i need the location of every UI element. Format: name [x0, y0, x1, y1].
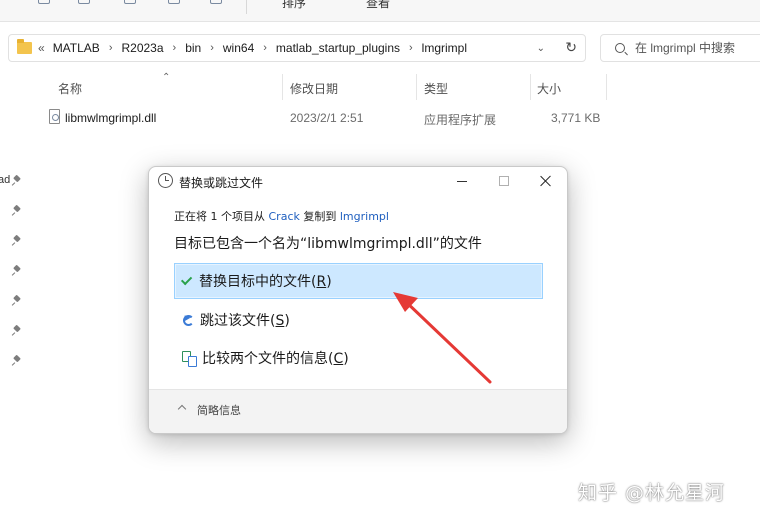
address-bar[interactable]: « MATLAB › R2023a › bin › win64 › matlab…: [8, 34, 586, 62]
pin-icon[interactable]: [12, 206, 22, 216]
column-divider[interactable]: [416, 74, 417, 100]
paste-icon[interactable]: [124, 0, 136, 4]
pin-icon[interactable]: [12, 296, 22, 306]
replace-option-label: 替换目标中的文件(R): [199, 274, 332, 290]
minimize-button[interactable]: [441, 167, 483, 195]
clock-icon: [158, 173, 173, 188]
sort-button[interactable]: 排序: [282, 0, 306, 11]
dialog-footer: 简略信息: [149, 389, 567, 433]
search-box[interactable]: [600, 34, 760, 62]
dialog-title: 替换或跳过文件: [179, 176, 264, 190]
breadcrumb-startup-plugins[interactable]: matlab_startup_plugins: [276, 41, 400, 55]
toolbar-divider: [246, 0, 247, 14]
navigation-pane: ad: [0, 66, 28, 522]
breadcrumb-overflow[interactable]: «: [38, 41, 45, 55]
toolbar-icon[interactable]: [38, 0, 50, 4]
folder-icon: [17, 39, 32, 54]
pin-icon[interactable]: [12, 356, 22, 366]
breadcrumb-r2023a[interactable]: R2023a: [121, 41, 163, 55]
share-icon[interactable]: [210, 0, 222, 4]
copy-icon[interactable]: [78, 0, 90, 4]
file-name: libmwlmgrimpl.dll: [65, 111, 157, 125]
copy-progress-text: 正在将 1 个项目从 Crack 复制到 lmgrimpl: [174, 208, 389, 224]
source-folder-link[interactable]: Crack: [269, 210, 300, 223]
chevron-right-icon[interactable]: ›: [210, 42, 214, 54]
skip-option-label: 跳过该文件(S): [200, 313, 290, 329]
search-icon: [615, 43, 625, 53]
minimize-icon: [457, 180, 467, 182]
replace-or-skip-dialog: 替换或跳过文件 正在将 1 个项目从 Crack 复制到 lmgrimpl 目标…: [148, 166, 568, 434]
pin-icon[interactable]: [12, 266, 22, 276]
progress-middle: 复制到: [299, 210, 340, 223]
rename-icon[interactable]: [168, 0, 180, 4]
dialog-titlebar[interactable]: 替换或跳过文件: [149, 167, 567, 195]
column-divider[interactable]: [606, 74, 607, 100]
chevron-right-icon[interactable]: ›: [173, 42, 177, 54]
sort-ascending-icon: ⌃: [162, 72, 171, 83]
column-divider[interactable]: [530, 74, 531, 100]
destination-folder-link[interactable]: lmgrimpl: [340, 210, 389, 223]
fewer-details-toggle[interactable]: 简略信息: [197, 402, 241, 418]
file-modified: 2023/2/1 2:51: [290, 111, 364, 125]
chevron-right-icon[interactable]: ›: [409, 42, 413, 54]
pin-icon[interactable]: [12, 176, 22, 186]
watermark: 知乎 @林允星河: [578, 482, 726, 504]
column-divider[interactable]: [282, 74, 283, 100]
chevron-up-icon[interactable]: [177, 404, 187, 414]
close-icon: [540, 175, 552, 187]
column-header-name[interactable]: 名称: [58, 80, 82, 97]
chevron-down-icon[interactable]: ⌄: [537, 43, 545, 54]
pin-icon[interactable]: [12, 326, 22, 336]
command-bar: 排序 查看: [0, 0, 760, 22]
file-size: 3,771 KB: [551, 111, 601, 125]
progress-prefix: 正在将 1 个项目从: [174, 210, 269, 223]
nav-item-label[interactable]: ad: [0, 174, 10, 186]
file-row[interactable]: libmwlmgrimpl.dll 2023/2/1 2:51 应用程序扩展 3…: [40, 106, 760, 130]
search-input[interactable]: [635, 41, 760, 55]
compare-option-label: 比较两个文件的信息(C): [202, 351, 349, 367]
maximize-button: [483, 167, 525, 195]
column-header-modified[interactable]: 修改日期: [290, 80, 338, 97]
dll-file-icon: [49, 109, 60, 124]
replace-file-option[interactable]: 替换目标中的文件(R): [174, 263, 543, 299]
chevron-right-icon[interactable]: ›: [263, 42, 267, 54]
breadcrumb-lmgrimpl[interactable]: lmgrimpl: [422, 41, 467, 55]
skip-file-option[interactable]: 跳过该文件(S): [174, 302, 543, 338]
breadcrumb: « MATLAB › R2023a › bin › win64 › matlab…: [38, 41, 467, 55]
column-header-type[interactable]: 类型: [424, 80, 448, 97]
refresh-icon[interactable]: ↻: [565, 39, 577, 56]
check-icon: [180, 273, 193, 286]
compare-files-option[interactable]: 比较两个文件的信息(C): [174, 340, 543, 376]
breadcrumb-bin[interactable]: bin: [185, 41, 201, 55]
file-type: 应用程序扩展: [424, 113, 497, 127]
column-header-size[interactable]: 大小: [537, 80, 561, 97]
conflict-headline: 目标已包含一个名为“libmwlmgrimpl.dll”的文件: [174, 236, 482, 252]
compare-icon: [182, 351, 197, 367]
pin-icon[interactable]: [12, 236, 22, 246]
view-button[interactable]: 查看: [366, 0, 390, 11]
maximize-icon: [499, 176, 509, 186]
breadcrumb-win64[interactable]: win64: [223, 41, 254, 55]
skip-icon: [183, 314, 194, 326]
close-button[interactable]: [525, 167, 567, 195]
breadcrumb-matlab[interactable]: MATLAB: [53, 41, 100, 55]
chevron-right-icon[interactable]: ›: [109, 42, 113, 54]
